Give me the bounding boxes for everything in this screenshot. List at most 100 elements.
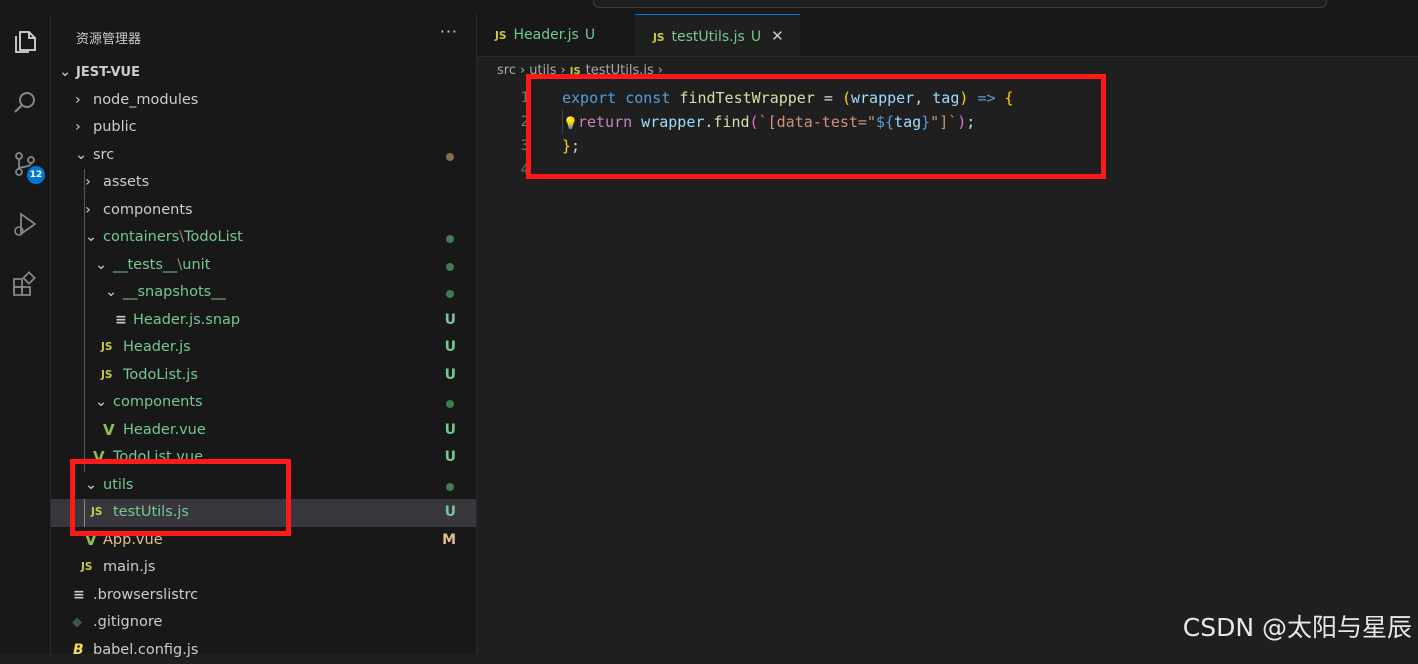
indent-guide bbox=[84, 362, 85, 390]
tree-item-label: src bbox=[93, 142, 114, 170]
tree-item-label: components bbox=[103, 197, 193, 225]
status-badge: U bbox=[445, 334, 456, 362]
file-lines-icon: ≡ bbox=[73, 582, 85, 610]
editor-tabs: JS Header.js U JS testUtils.js U ✕ bbox=[477, 14, 1418, 57]
tree-item-label: Header.js bbox=[123, 334, 191, 362]
js-file-icon: JS bbox=[81, 554, 92, 582]
indent-guide bbox=[84, 279, 85, 307]
tree-item-main-js[interactable]: JS main.js bbox=[51, 554, 476, 582]
chevron-down-icon: ⌄ bbox=[59, 59, 73, 87]
explorer-sidebar: 资源管理器 ··· ⌄ JEST-VUE › node_modules › pu… bbox=[51, 14, 477, 654]
modified-dot bbox=[446, 153, 454, 161]
tree-item-label: assets bbox=[103, 169, 149, 197]
git-diamond-icon: ◆ bbox=[72, 609, 82, 637]
explorer-title: 资源管理器 bbox=[76, 28, 141, 47]
chevron-down-icon: ⌄ bbox=[75, 142, 89, 170]
tree-item-containers-todolist[interactable]: ⌄ containers\TodoList bbox=[51, 224, 476, 252]
tree-item-label: main.js bbox=[103, 554, 155, 582]
tree-item-public[interactable]: › public bbox=[51, 114, 476, 142]
tree-item-assets[interactable]: › assets bbox=[51, 169, 476, 197]
untracked-dot bbox=[446, 290, 454, 298]
status-badge: U bbox=[445, 499, 456, 527]
indent-guide bbox=[84, 307, 85, 335]
tree-item-todolist-js[interactable]: JS TodoList.js U bbox=[51, 362, 476, 390]
tab-label: testUtils.js bbox=[671, 29, 744, 45]
tree-item-tests-unit[interactable]: ⌄ __tests__\unit bbox=[51, 252, 476, 280]
chevron-down-icon: ⌄ bbox=[105, 279, 119, 307]
tree-item-babel-config[interactable]: B babel.config.js bbox=[51, 637, 476, 664]
explorer-icon[interactable] bbox=[5, 22, 45, 62]
source-control-badge: 12 bbox=[27, 166, 45, 184]
code-highlight-box bbox=[526, 74, 1106, 179]
status-badge: M bbox=[442, 527, 456, 555]
tree-item-header-js-snap[interactable]: ≡ Header.js.snap U bbox=[51, 307, 476, 335]
root-folder-label: JEST-VUE bbox=[76, 59, 140, 87]
chevron-right-icon: › bbox=[85, 169, 99, 197]
line-number: 3 bbox=[477, 134, 529, 158]
untracked-dot bbox=[446, 400, 454, 408]
more-actions-icon[interactable]: ··· bbox=[440, 22, 458, 41]
status-badge: U bbox=[751, 29, 761, 45]
status-badge: U bbox=[585, 27, 595, 43]
file-lines-icon: ≡ bbox=[115, 307, 127, 335]
command-center-search[interactable] bbox=[593, 0, 1327, 8]
vue-file-icon: V bbox=[103, 417, 115, 445]
tree-item-node-modules[interactable]: › node_modules bbox=[51, 87, 476, 115]
tree-item-label: components bbox=[113, 389, 203, 417]
chevron-right-icon: › bbox=[520, 63, 525, 78]
extensions-icon[interactable] bbox=[5, 265, 45, 305]
untracked-dot bbox=[446, 263, 454, 271]
tree-item-label: public bbox=[93, 114, 137, 142]
untracked-dot bbox=[446, 235, 454, 243]
tree-item-label: __tests__\unit bbox=[113, 252, 210, 280]
watermark: CSDN @太阳与星辰 bbox=[1183, 608, 1412, 644]
close-icon[interactable]: ✕ bbox=[771, 27, 784, 45]
line-number: 1 bbox=[477, 86, 529, 110]
run-debug-icon[interactable] bbox=[5, 204, 45, 244]
activity-bar: 12 bbox=[0, 14, 51, 654]
search-icon[interactable] bbox=[5, 83, 45, 123]
status-badge: U bbox=[445, 444, 456, 472]
tree-item-label: TodoList.js bbox=[123, 362, 198, 390]
tree-item-label: Header.js.snap bbox=[133, 307, 240, 335]
status-badge: U bbox=[445, 417, 456, 445]
chevron-right-icon: › bbox=[85, 197, 99, 225]
js-file-icon: JS bbox=[653, 32, 664, 44]
chevron-down-icon: ⌄ bbox=[95, 389, 109, 417]
tree-item-snapshots[interactable]: ⌄ __snapshots__ bbox=[51, 279, 476, 307]
tree-item-label: babel.config.js bbox=[93, 637, 198, 664]
indent-guide bbox=[84, 252, 85, 280]
tree-item-header-vue[interactable]: V Header.vue U bbox=[51, 417, 476, 445]
source-control-icon[interactable]: 12 bbox=[5, 144, 45, 184]
breadcrumb-item[interactable]: src bbox=[497, 63, 516, 78]
status-badge: U bbox=[445, 362, 456, 390]
tree-item-browserslistrc[interactable]: ≡ .browserslistrc bbox=[51, 582, 476, 610]
js-file-icon: JS bbox=[495, 30, 506, 42]
tree-item-label: Header.vue bbox=[123, 417, 206, 445]
chevron-right-icon: › bbox=[75, 87, 89, 115]
tree-item-src[interactable]: ⌄ src bbox=[51, 142, 476, 170]
tab-label: Header.js bbox=[513, 27, 578, 43]
tree-item-label: .browserslistrc bbox=[93, 582, 198, 610]
line-number: 4 bbox=[477, 158, 529, 182]
tab-header-js[interactable]: JS Header.js U bbox=[477, 14, 634, 56]
js-file-icon: JS bbox=[101, 362, 112, 390]
title-bar bbox=[0, 0, 1418, 14]
indent-guide bbox=[84, 417, 85, 445]
chevron-right-icon: › bbox=[75, 114, 89, 142]
tree-item-label: containers\TodoList bbox=[103, 224, 243, 252]
untracked-dot bbox=[446, 483, 454, 491]
babel-icon: B bbox=[73, 637, 84, 664]
tree-root[interactable]: ⌄ JEST-VUE bbox=[51, 59, 476, 87]
indent-guide bbox=[84, 389, 85, 417]
tree-item-gitignore[interactable]: ◆ .gitignore bbox=[51, 609, 476, 637]
tree-item-components-nested[interactable]: ⌄ components bbox=[51, 389, 476, 417]
tree-item-components[interactable]: › components bbox=[51, 197, 476, 225]
status-badge: U bbox=[445, 307, 456, 335]
utils-highlight-box bbox=[70, 459, 291, 536]
chevron-down-icon: ⌄ bbox=[85, 224, 99, 252]
tree-item-label: __snapshots__ bbox=[123, 279, 226, 307]
tab-testutils-js[interactable]: JS testUtils.js U ✕ bbox=[635, 14, 800, 56]
tree-item-header-js[interactable]: JS Header.js U bbox=[51, 334, 476, 362]
js-file-icon: JS bbox=[101, 334, 112, 362]
